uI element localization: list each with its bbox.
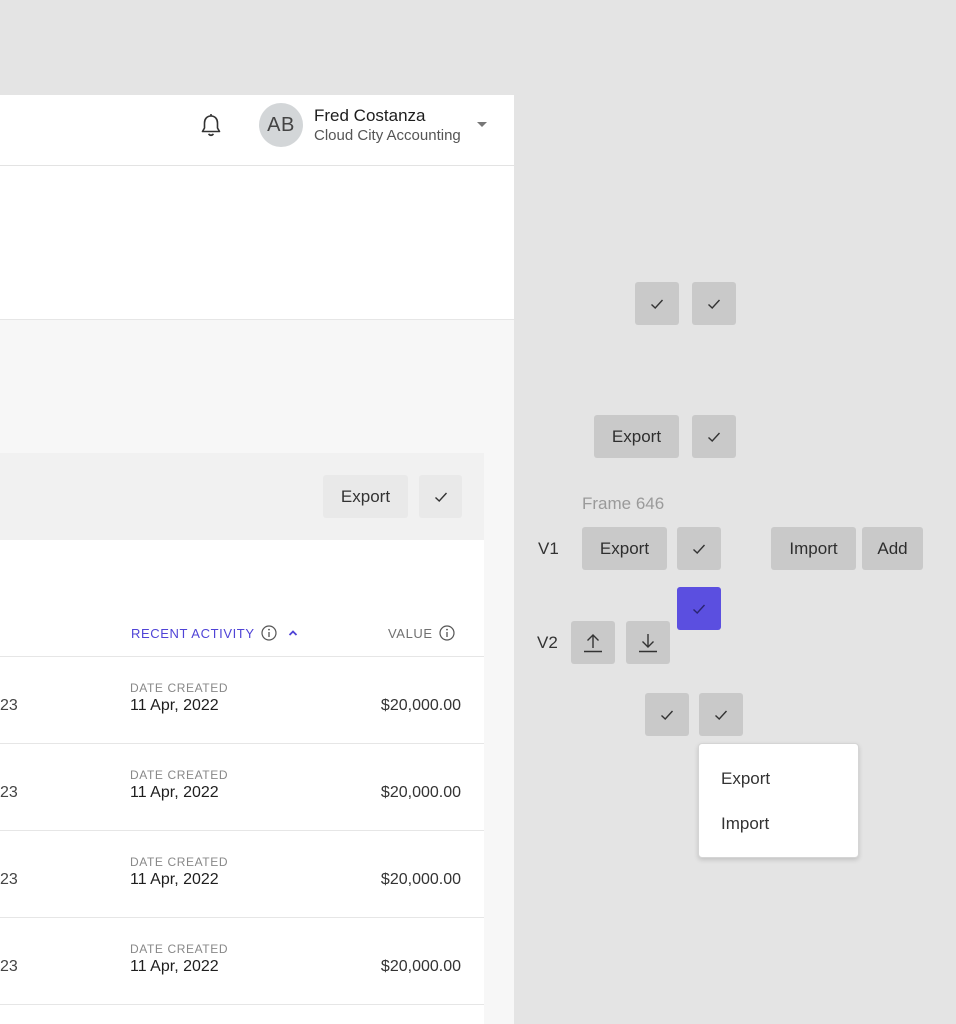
import-button-label: Import [789,538,838,558]
chevron-down-icon[interactable] [477,122,487,127]
column-recent-activity-label: RECENT ACTIVITY [131,625,255,641]
column-value[interactable]: VALUE [388,625,455,641]
check-icon [693,544,706,554]
add-button-label: Add [877,538,908,558]
table-row[interactable]: 23 DATE CREATED 11 Apr, 2022 $20,000.00 [0,917,484,1005]
date-created-label: DATE CREATED [130,681,229,695]
row-value: $20,000.00 [380,784,461,801]
export-button[interactable]: Export [582,527,667,570]
export-icon-button[interactable] [571,621,615,664]
info-icon[interactable] [261,625,277,641]
menu-item-import[interactable]: Import [721,814,769,834]
confirm-button[interactable] [419,475,462,518]
table-row[interactable]: 23 DATE CREATED 11 Apr, 2022 $20,000.00 [0,830,484,918]
row-value: $20,000.00 [380,871,461,888]
date-created-label: DATE CREATED [130,942,229,956]
variant-v2-label: V2 [537,633,558,652]
row-date-fragment: 23 [0,697,18,714]
info-icon[interactable] [439,625,455,641]
row-value: $20,000.00 [380,958,461,975]
table-row[interactable]: 23 DATE CREATED 11 Apr, 2022 $20,000.00 [0,656,484,744]
confirm-button[interactable] [692,282,736,325]
row-date-fragment: 23 [0,784,18,801]
confirm-button[interactable] [692,415,736,458]
card-toolbar: Export [0,453,484,540]
column-recent-activity[interactable]: RECENT ACTIVITY [131,625,299,641]
confirm-button[interactable] [635,282,679,325]
check-icon [693,604,706,614]
row-date-fragment: 23 [0,958,18,975]
confirm-button[interactable] [677,527,721,570]
avatar[interactable]: AB [259,103,303,147]
date-created-label: DATE CREATED [130,855,229,869]
app-window: AB Fred Costanza Cloud City Accounting E… [0,95,514,1024]
check-icon [715,710,728,720]
date-created-value: 11 Apr, 2022 [130,958,219,975]
column-value-label: VALUE [388,625,433,641]
table-row[interactable]: 23 DATE CREATED 11 Apr, 2022 $20,000.00 [0,743,484,831]
confirm-button[interactable] [699,693,743,736]
check-icon [661,710,674,720]
user-name: Fred Costanza [314,106,426,125]
activity-card: Export RECENT ACTIVITY VALUE 23 DATE CRE… [0,453,484,1024]
export-button[interactable]: Export [594,415,679,458]
date-created-value: 11 Apr, 2022 [130,784,219,801]
menu-item-export[interactable]: Export [721,769,770,789]
export-button-label: Export [611,426,662,446]
date-created-value: 11 Apr, 2022 [130,871,219,888]
row-divider [0,1004,484,1005]
import-button[interactable]: Import [771,527,856,570]
top-bar: AB Fred Costanza Cloud City Accounting [0,95,514,166]
check-icon [708,299,721,309]
upload-icon [584,633,602,652]
export-button-label: Export [599,538,650,558]
date-created-label: DATE CREATED [130,768,229,782]
bell-icon[interactable] [197,112,225,140]
confirm-button-active[interactable] [677,587,721,630]
date-created-value: 11 Apr, 2022 [130,697,219,714]
download-icon [639,633,657,652]
check-icon [651,299,664,309]
user-organization: Cloud City Accounting [314,127,461,144]
variant-v1-label: V1 [538,539,559,558]
export-button[interactable]: Export [323,475,408,518]
actions-menu: Export Import [698,743,859,858]
export-button-label: Export [340,486,391,506]
row-value: $20,000.00 [380,697,461,714]
row-date-fragment: 23 [0,871,18,888]
confirm-button[interactable] [645,693,689,736]
add-button[interactable]: Add [862,527,923,570]
check-icon [434,492,447,502]
import-icon-button[interactable] [626,621,670,664]
frame-label: Frame 646 [582,494,665,513]
check-icon [708,432,721,442]
sort-ascending-icon[interactable] [287,627,299,639]
